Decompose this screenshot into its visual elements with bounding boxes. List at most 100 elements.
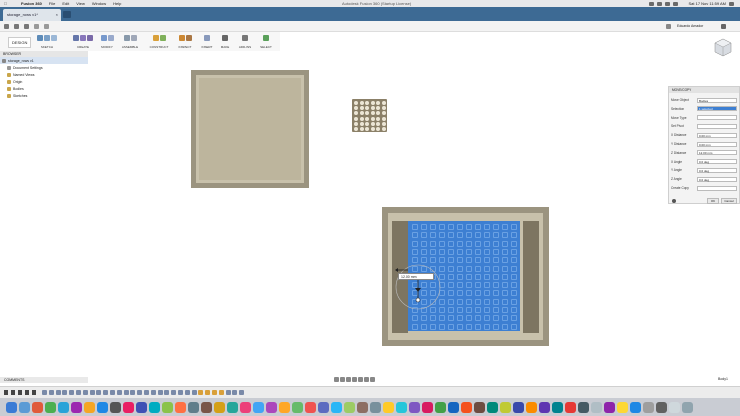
- timeline-feature-icon[interactable]: [62, 390, 68, 395]
- dialog-row-value[interactable]: 0.0 deg: [697, 159, 737, 165]
- dialog-row-value[interactable]: 0.00 mm: [697, 132, 737, 138]
- view-cube[interactable]: [712, 36, 734, 58]
- menu-view[interactable]: View: [76, 1, 85, 6]
- assemble-group[interactable]: ASSEMBLE: [118, 33, 142, 49]
- dock-app-icon[interactable]: [149, 401, 160, 413]
- dock-app-icon[interactable]: [513, 401, 524, 413]
- timeline-feature-icon[interactable]: [191, 390, 197, 395]
- menu-file[interactable]: File: [49, 1, 55, 6]
- timeline-feature-icon[interactable]: [48, 390, 54, 395]
- comments-bar[interactable]: COMMENTS: [0, 377, 88, 383]
- zoom-icon[interactable]: [346, 377, 351, 382]
- timeline-feature-icon[interactable]: [150, 390, 156, 395]
- dock-app-icon[interactable]: [214, 401, 225, 413]
- dialog-row-value[interactable]: 0.0 deg: [697, 176, 737, 182]
- dialog-row-value[interactable]: 0.0 deg: [697, 167, 737, 173]
- dialog-row[interactable]: X Distance 0.00 mm: [671, 132, 739, 138]
- pan-icon[interactable]: [340, 377, 345, 382]
- dock-app-icon[interactable]: [279, 401, 290, 413]
- timeline-feature-icon[interactable]: [218, 390, 224, 395]
- dialog-row[interactable]: Set Pivot: [671, 123, 739, 129]
- dock-app-icon[interactable]: [318, 401, 329, 413]
- construct-group[interactable]: CONSTRUCT: [146, 33, 172, 49]
- dock-app-icon[interactable]: [45, 401, 56, 413]
- prev-icon[interactable]: [11, 390, 15, 395]
- workspace-switcher[interactable]: DESIGN: [8, 37, 32, 48]
- timeline-feature-icon[interactable]: [205, 390, 211, 395]
- orbit-icon[interactable]: [334, 377, 339, 382]
- file-icon[interactable]: [14, 24, 19, 29]
- document-tab[interactable]: storage_rows v1* ×: [3, 9, 61, 21]
- save-icon[interactable]: [24, 24, 29, 29]
- first-icon[interactable]: [4, 390, 8, 395]
- timeline-feature-icon[interactable]: [225, 390, 231, 395]
- timeline-feature-icon[interactable]: [103, 390, 109, 395]
- battery-icon[interactable]: [673, 1, 679, 6]
- timeline-feature-icon[interactable]: [137, 390, 143, 395]
- timeline-feature-icon[interactable]: [116, 390, 122, 395]
- dock-app-icon[interactable]: [344, 401, 355, 413]
- dock-app-icon[interactable]: [370, 401, 381, 413]
- search-icon[interactable]: [729, 1, 734, 6]
- timeline-feature-icon[interactable]: [76, 390, 81, 395]
- dock-app-icon[interactable]: [71, 401, 82, 413]
- dock-app-icon[interactable]: [526, 401, 537, 413]
- user-name[interactable]: Eduardo Amador: [677, 24, 703, 28]
- dialog-row-value[interactable]: [697, 185, 737, 191]
- dialog-row-value[interactable]: Bodies: [697, 97, 737, 103]
- dock-app-icon[interactable]: [578, 401, 589, 413]
- tree-item-origin[interactable]: Origin: [0, 78, 88, 85]
- timeline-feature-icon[interactable]: [239, 390, 245, 395]
- modify-group[interactable]: MODIFY: [96, 33, 118, 49]
- dialog-row[interactable]: Z Distance 12.00 mm: [671, 150, 739, 156]
- dock-app-icon[interactable]: [227, 401, 238, 413]
- dock-app-icon[interactable]: [669, 401, 680, 413]
- dialog-row-value[interactable]: 12.00 mm: [697, 150, 737, 156]
- dialog-row[interactable]: X Angle 0.0 deg: [671, 159, 739, 165]
- dock-app-icon[interactable]: [201, 401, 212, 413]
- timeline-feature-icon[interactable]: [157, 390, 163, 395]
- menu-edit[interactable]: Edit: [62, 1, 69, 6]
- dock-app-icon[interactable]: [604, 401, 615, 413]
- timeline-feature-icon[interactable]: [212, 390, 217, 395]
- dock-app-icon[interactable]: [682, 401, 693, 413]
- dock-app-icon[interactable]: [110, 401, 121, 413]
- dock-app-icon[interactable]: [383, 401, 394, 413]
- new-tab-button[interactable]: [63, 11, 71, 18]
- dock-app-icon[interactable]: [292, 401, 303, 413]
- status-icon[interactable]: [649, 1, 655, 6]
- next-icon[interactable]: [25, 390, 29, 395]
- dialog-row-value[interactable]: [697, 115, 737, 121]
- menu-help[interactable]: Help: [113, 1, 121, 6]
- grid-body-small[interactable]: [352, 99, 387, 132]
- dialog-row-value[interactable]: [697, 123, 737, 129]
- dock-app-icon[interactable]: [448, 401, 459, 413]
- dock-app-icon[interactable]: [487, 401, 498, 413]
- move-manipulator[interactable]: [390, 255, 450, 315]
- timeline-feature-icon[interactable]: [89, 390, 95, 395]
- dock-app-icon[interactable]: [19, 401, 30, 413]
- cancel-button[interactable]: Cancel: [721, 198, 737, 204]
- dialog-row[interactable]: Selection 1 selected: [671, 106, 739, 112]
- timeline-feature-icon[interactable]: [96, 390, 102, 395]
- create-group[interactable]: CREATE: [68, 33, 98, 49]
- help-icon[interactable]: [721, 24, 726, 29]
- tree-item-bodies[interactable]: Bodies: [0, 85, 88, 92]
- dock-app-icon[interactable]: [422, 401, 433, 413]
- app-menu[interactable]: Fusion 360: [21, 1, 42, 6]
- timeline-feature-icon[interactable]: [82, 390, 88, 395]
- dock-app-icon[interactable]: [32, 401, 43, 413]
- dock-app-icon[interactable]: [6, 401, 17, 413]
- dock-app-icon[interactable]: [643, 401, 654, 413]
- dock-app-icon[interactable]: [253, 401, 264, 413]
- job-status-icon[interactable]: [666, 24, 671, 29]
- timeline-feature-icon[interactable]: [184, 390, 190, 395]
- tree-item-document-settings[interactable]: Document Settings: [0, 64, 88, 71]
- play-icon[interactable]: [18, 390, 22, 395]
- dock-app-icon[interactable]: [188, 401, 199, 413]
- timeline-feature-icon[interactable]: [232, 390, 238, 395]
- fit-icon[interactable]: [352, 377, 357, 382]
- dock-app-icon[interactable]: [552, 401, 563, 413]
- timeline-feature-icon[interactable]: [130, 390, 136, 395]
- dock-app-icon[interactable]: [591, 401, 602, 413]
